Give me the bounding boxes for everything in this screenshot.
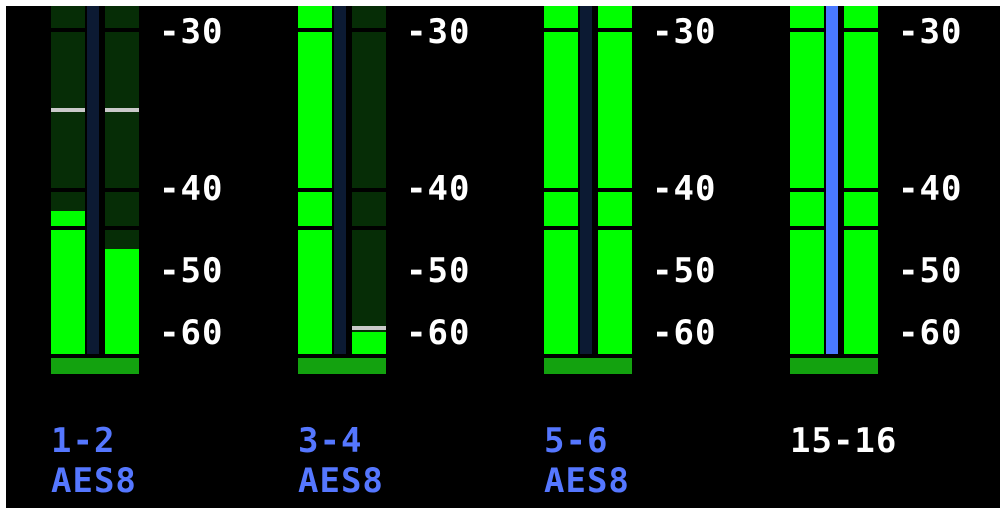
channel-source: AES8 (544, 461, 630, 501)
right-level-bar (844, 6, 878, 354)
meter-segment (598, 230, 632, 354)
meter-segment (105, 192, 139, 226)
scale-label-60: -60 (898, 313, 963, 353)
meter-bridge: -30 -40 -50 -60 1-2 AES8 -30 -40 -50 -60… (6, 6, 1000, 508)
meter-segment (105, 6, 139, 28)
meter-base (544, 358, 632, 374)
channel-source: AES8 (51, 461, 137, 501)
scale-label-40: -40 (406, 169, 471, 209)
meter-segment (352, 230, 386, 354)
meter-segment (790, 6, 824, 28)
meter-segment (544, 6, 578, 28)
channel-divider (826, 6, 838, 354)
meter-segment (790, 230, 824, 354)
channel-name: 15-16 (790, 421, 898, 461)
channel-source: AES8 (298, 461, 384, 501)
scale-label-40: -40 (159, 169, 224, 209)
left-level-bar (790, 6, 824, 354)
scale-label-60: -60 (652, 313, 717, 353)
meter-base (51, 358, 139, 374)
channel-divider (580, 6, 592, 354)
meter-base (790, 358, 878, 374)
meter-segment (598, 192, 632, 226)
meter-segment (598, 32, 632, 188)
scale-label-50: -50 (898, 251, 963, 291)
scale-label-30: -30 (898, 12, 963, 52)
channel-meter-1-2[interactable]: -30 -40 -50 -60 1-2 AES8 (51, 6, 311, 508)
meter-segment (51, 6, 85, 28)
scale-label-30: -30 (652, 12, 717, 52)
meter-segment (544, 192, 578, 226)
meter-segment (544, 230, 578, 354)
meter-segment (298, 32, 332, 188)
right-level-bar (105, 6, 139, 354)
meter-segment (105, 230, 139, 354)
channel-meter-3-4[interactable]: -30 -40 -50 -60 3-4 AES8 (298, 6, 558, 508)
scale-label-30: -30 (406, 12, 471, 52)
meter-segment (51, 192, 85, 226)
left-level-bar (51, 6, 85, 354)
channel-name: 5-6 (544, 421, 609, 461)
meter-segment (51, 230, 85, 354)
meter-segment (298, 6, 332, 28)
right-level-bar (352, 6, 386, 354)
meter-segment (352, 32, 386, 188)
meter-segment (352, 192, 386, 226)
scale-label-50: -50 (159, 251, 224, 291)
scale-label-50: -50 (406, 251, 471, 291)
right-level-bar (598, 6, 632, 354)
scale-label-60: -60 (159, 313, 224, 353)
meter-segment (844, 6, 878, 28)
meter-segment (844, 32, 878, 188)
meter-base (298, 358, 386, 374)
channel-divider (334, 6, 346, 354)
peak-hold-marker (352, 326, 386, 330)
peak-hold-marker (105, 108, 139, 113)
channel-name: 3-4 (298, 421, 363, 461)
meter-segment (352, 6, 386, 28)
scale-label-50: -50 (652, 251, 717, 291)
meter-segment (790, 192, 824, 226)
meter-segment (790, 32, 824, 188)
meter-segment (844, 230, 878, 354)
meter-segment (844, 192, 878, 226)
channel-divider (87, 6, 99, 354)
channel-meter-5-6[interactable]: -30 -40 -50 -60 5-6 AES8 (544, 6, 804, 508)
left-level-bar (544, 6, 578, 354)
scale-label-40: -40 (652, 169, 717, 209)
scale-label-40: -40 (898, 169, 963, 209)
left-level-bar (298, 6, 332, 354)
meter-segment (598, 6, 632, 28)
channel-name: 1-2 (51, 421, 116, 461)
meter-segment (298, 230, 332, 354)
meter-segment (298, 192, 332, 226)
scale-label-60: -60 (406, 313, 471, 353)
scale-label-30: -30 (159, 12, 224, 52)
channel-meter-15-16[interactable]: -30 -40 -50 -60 15-16 (790, 6, 1000, 508)
meter-segment (544, 32, 578, 188)
peak-hold-marker (51, 108, 85, 113)
